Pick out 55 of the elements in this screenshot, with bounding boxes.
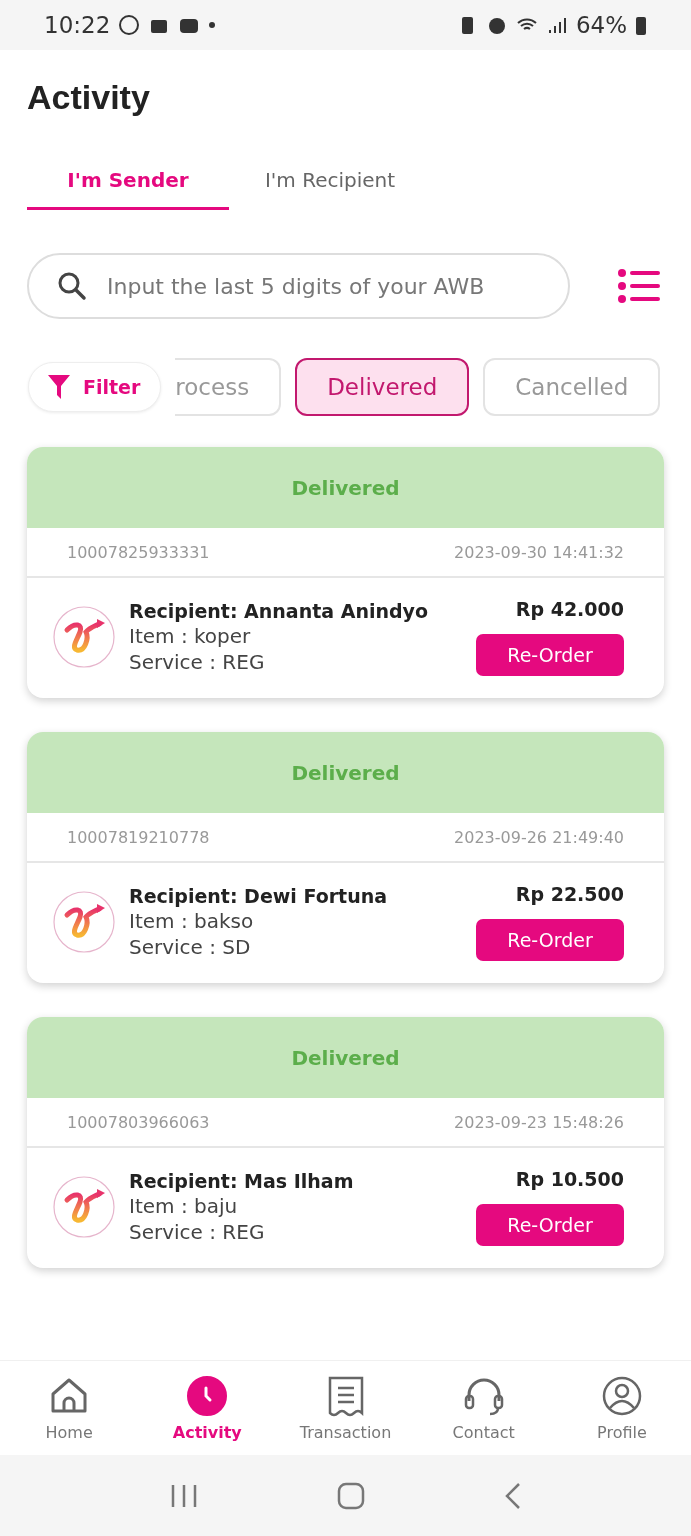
clock-icon (186, 1375, 229, 1417)
recipient-name: Recipient: Dewi Fortuna (129, 885, 389, 907)
order-card[interactable]: Delivered 10007825933331 2023-09-30 14:41:32 Recipient: Annanta Anindyo Item : koper Service : REG Rp 42.000 Re-Order (27, 447, 664, 698)
recent-apps-icon[interactable] (169, 1482, 198, 1509)
funnel-icon (47, 374, 71, 400)
courier-logo-icon (53, 606, 115, 668)
price: Rp 42.000 (515, 598, 624, 620)
order-card[interactable]: Delivered 10007803966063 2023-09-23 15:48:26 Recipient: Mas Ilham Item : baju Service : REG Rp 10.500 Re-Order (27, 1017, 664, 1268)
order-date: 2023-09-26 21:49:40 (454, 827, 624, 847)
battery-icon (635, 14, 647, 36)
price: Rp 10.500 (515, 1168, 624, 1190)
battery-percent: 64% (575, 12, 627, 38)
price: Rp 22.500 (515, 883, 624, 905)
courier-logo-icon (53, 1176, 115, 1238)
service-text: Service : REG (129, 1220, 266, 1244)
dot-icon (208, 21, 217, 29)
order-card[interactable]: Delivered 10007819210778 2023-09-26 21:49:40 Recipient: Dewi Fortuna Item : bakso Service : SD Rp 22.500 Re-Order (27, 732, 664, 983)
service-text: Service : REG (129, 650, 266, 674)
back-icon[interactable] (503, 1481, 522, 1510)
recipient-name: Recipient: Annanta Anindyo (129, 600, 430, 622)
clock-time: 10:22 (44, 12, 111, 38)
awb-number: 10007825933331 (67, 542, 210, 562)
status-chip[interactable]: Delivered (295, 358, 470, 416)
status-label: Delivered (291, 1045, 400, 1070)
status-label: Delivered (291, 760, 400, 785)
filter-button[interactable]: Filter (28, 362, 162, 412)
nav-item[interactable]: Home (0, 1361, 139, 1456)
service-text: Service : SD (129, 935, 252, 959)
nav-item[interactable]: Profile (552, 1361, 691, 1456)
status-chip[interactable]: Cancelled (483, 358, 661, 416)
order-date: 2023-09-23 15:48:26 (454, 1112, 624, 1132)
search-icon (57, 271, 87, 301)
home-button-icon[interactable] (336, 1481, 365, 1510)
tab[interactable]: I'm Sender (27, 152, 229, 210)
status-label: Delivered (291, 475, 400, 500)
page-title: Activity (27, 77, 151, 118)
profile-icon (600, 1375, 643, 1417)
awb-number: 10007803966063 (67, 1112, 210, 1132)
awb-number: 10007819210778 (67, 827, 210, 847)
item-text: Item : koper (129, 624, 252, 648)
search-field[interactable]: Input the last 5 digits of your AWB (27, 253, 570, 319)
courier-logo-icon (53, 891, 115, 953)
nav-item[interactable]: Transaction (276, 1361, 415, 1456)
nav-item[interactable]: Activity (138, 1361, 277, 1456)
recipient-name: Recipient: Mas Ilham (129, 1170, 355, 1192)
reorder-button[interactable]: Re-Order (476, 1204, 624, 1246)
tab[interactable]: I'm Recipient (229, 152, 431, 210)
item-text: Item : baju (129, 1194, 239, 1218)
list-icon[interactable] (618, 269, 660, 303)
order-date: 2023-09-30 14:41:32 (454, 542, 624, 562)
item-text: Item : bakso (129, 909, 255, 933)
nav-item[interactable]: Contact (414, 1361, 553, 1456)
reorder-button[interactable]: Re-Order (476, 634, 624, 676)
status-chip[interactable]: rocess (175, 358, 282, 416)
reorder-button[interactable]: Re-Order (476, 919, 624, 961)
